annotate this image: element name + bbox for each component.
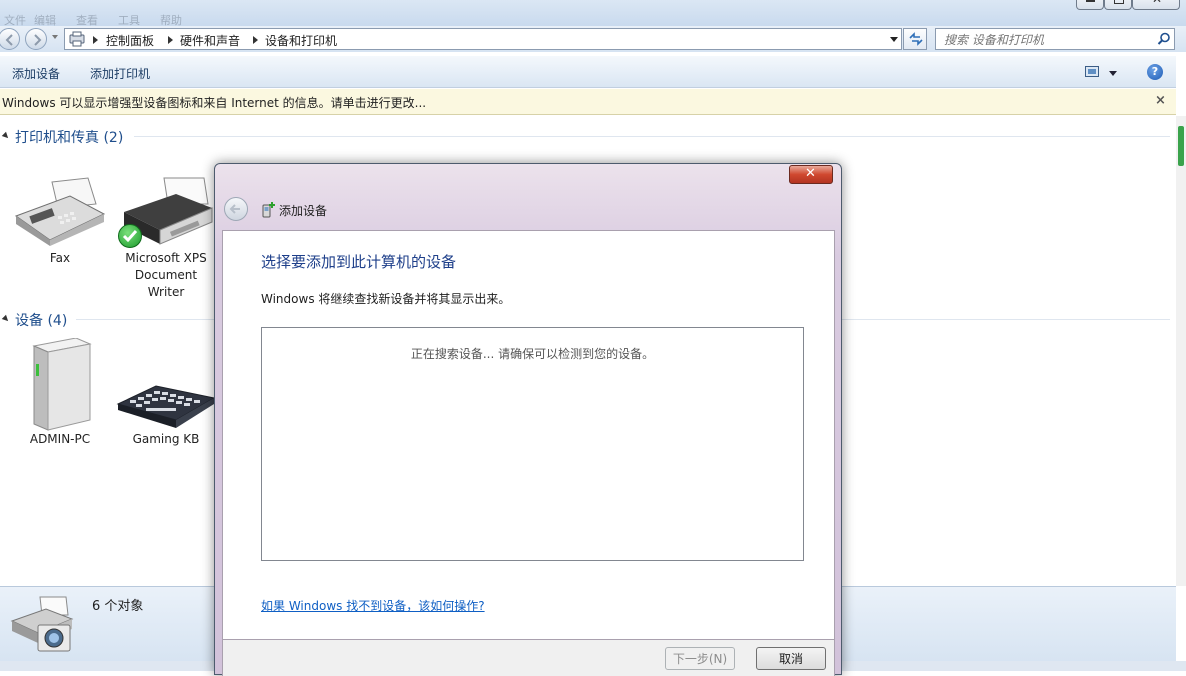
add-device-dialog: ✕ 添加设备 选择要添加到此计算机的设备 Windows 将继续查找新设备并将其… <box>214 163 842 676</box>
device-item-fax[interactable]: Fax <box>10 174 110 304</box>
arrow-right-icon <box>34 34 42 46</box>
close-icon: ✕ <box>805 166 816 181</box>
address-dropdown-icon[interactable] <box>890 37 898 42</box>
group-collapse-icon[interactable] <box>1 314 11 324</box>
address-bar[interactable]: 控制面板 硬件和声音 设备和打印机 <box>64 28 902 50</box>
dialog-body: 选择要添加到此计算机的设备 Windows 将继续查找新设备并将其显示出来。 正… <box>222 230 835 640</box>
group-divider <box>134 136 1170 137</box>
breadcrumb-devices-printers[interactable]: 设备和打印机 <box>265 32 337 49</box>
breadcrumb-control-panel[interactable]: 控制面板 <box>106 32 154 49</box>
refresh-icon <box>909 32 923 46</box>
search-status: 正在搜索设备... 请确保可以检测到您的设备。 <box>410 347 655 361</box>
group-header-printers[interactable]: 打印机和传真 (2) <box>15 127 123 147</box>
search-box[interactable] <box>935 28 1175 51</box>
next-button[interactable]: 下一步(N) <box>665 647 735 670</box>
object-count: 6 个对象 <box>92 599 144 614</box>
device-item-xps-writer[interactable]: Microsoft XPS Document Writer <box>116 174 216 304</box>
forward-button[interactable] <box>25 28 47 50</box>
close-icon[interactable]: × <box>1155 93 1166 108</box>
command-bar: 添加设备 添加打印机 ? <box>0 56 1176 88</box>
close-icon: ✕ <box>1152 0 1162 6</box>
dialog-heading: 选择要添加到此计算机的设备 <box>261 253 457 271</box>
view-options-dropdown-icon[interactable] <box>1109 71 1117 76</box>
dialog-close-button[interactable]: ✕ <box>789 165 833 184</box>
history-dropdown-icon[interactable] <box>52 35 58 39</box>
breadcrumb-hardware-sound[interactable]: 硬件和声音 <box>180 32 240 49</box>
add-device-button[interactable]: 添加设备 <box>12 65 60 82</box>
refresh-button[interactable] <box>903 28 927 50</box>
maximize-icon <box>1114 0 1124 4</box>
device-item-admin-pc[interactable]: ADMIN-PC <box>10 337 110 448</box>
vertical-scrollbar[interactable] <box>1176 116 1186 586</box>
maximize-button[interactable] <box>1104 0 1132 10</box>
default-printer-check-icon <box>118 224 142 248</box>
keyboard-icon <box>116 385 216 428</box>
change-view-icon[interactable] <box>1085 66 1099 77</box>
devices-and-printers-icon <box>10 596 74 652</box>
search-icon[interactable] <box>1157 32 1171 46</box>
help-icon[interactable]: ? <box>1147 64 1163 80</box>
minimize-icon <box>1086 0 1095 2</box>
device-label: Gaming KB <box>132 432 200 446</box>
control-panel-icon <box>69 31 85 47</box>
arrow-left-icon <box>5 34 13 46</box>
scrollbar-thumb[interactable] <box>1178 126 1184 166</box>
help-link[interactable]: 如果 Windows 找不到设备，该如何操作? <box>261 597 485 614</box>
device-label: Fax <box>49 251 71 265</box>
breadcrumb-separator-icon[interactable] <box>93 36 98 44</box>
device-list[interactable]: 正在搜索设备... 请确保可以检测到您的设备。 <box>261 327 804 561</box>
add-printer-button[interactable]: 添加打印机 <box>90 65 150 82</box>
info-bar-message[interactable]: Windows 可以显示增强型设备图标和来自 Internet 的信息。请单击进… <box>2 94 426 111</box>
minimize-button[interactable] <box>1076 0 1104 10</box>
dialog-title: 添加设备 <box>279 204 328 218</box>
group-collapse-icon[interactable] <box>1 131 11 141</box>
fax-icon <box>14 177 106 246</box>
close-window-button[interactable]: ✕ <box>1132 0 1180 10</box>
breadcrumb-separator-icon[interactable] <box>253 36 258 44</box>
add-device-icon <box>262 202 275 218</box>
back-button[interactable] <box>0 28 20 50</box>
device-item-gaming-kb[interactable]: Gaming KB <box>116 338 216 448</box>
device-label: Microsoft XPS Document Writer <box>125 251 207 299</box>
device-label: ADMIN-PC <box>29 432 91 446</box>
navigation-bar: 控制面板 硬件和声音 设备和打印机 <box>0 26 1186 52</box>
group-header-devices[interactable]: 设备 (4) <box>15 310 67 330</box>
search-input[interactable] <box>936 29 1161 51</box>
window-title-bar: 文件 编辑 查看 工具 帮助 ✕ <box>0 0 1186 27</box>
dialog-back-button[interactable] <box>224 197 248 221</box>
computer-tower-icon <box>32 337 92 431</box>
arrow-left-icon <box>229 204 240 214</box>
cancel-button[interactable]: 取消 <box>756 647 826 670</box>
breadcrumb-separator-icon[interactable] <box>168 36 173 44</box>
info-bar[interactable]: Windows 可以显示增强型设备图标和来自 Internet 的信息。请单击进… <box>0 89 1176 115</box>
dialog-description: Windows 将继续查找新设备并将其显示出来。 <box>261 292 511 306</box>
